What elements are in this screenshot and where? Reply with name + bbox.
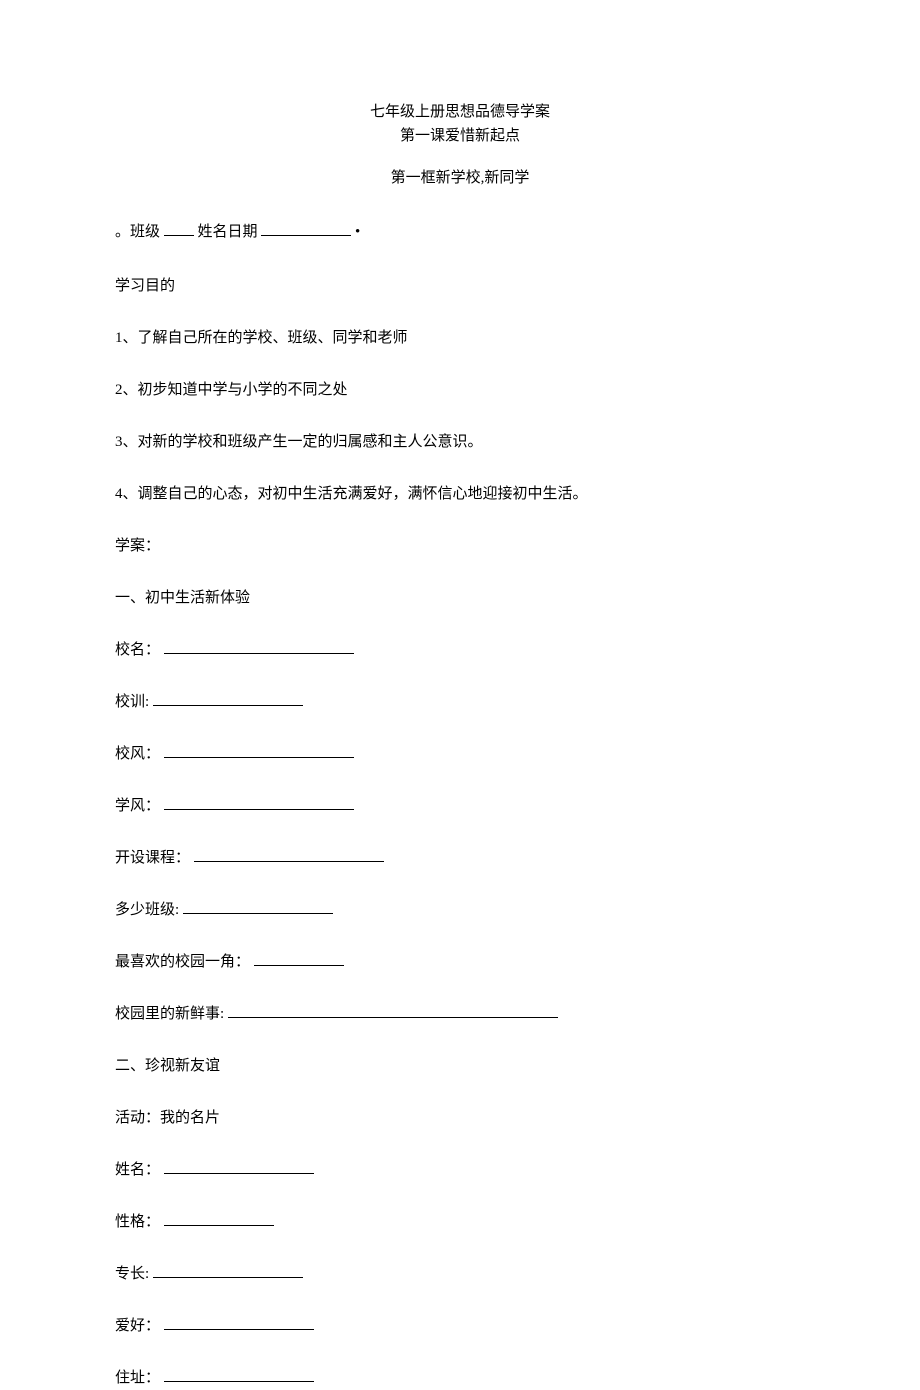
class-prefix: 。班级 bbox=[115, 224, 160, 240]
field-school-style: 校风： bbox=[115, 742, 805, 766]
study-plan-heading: 学案： bbox=[115, 534, 805, 558]
field-class-count: 多少班级: bbox=[115, 898, 805, 922]
objective-item-4: 4、调整自己的心态，对初中生活充满爱好，满怀信心地迎接初中生活。 bbox=[115, 482, 805, 506]
school-style-blank[interactable] bbox=[164, 743, 354, 758]
title-line-1: 七年级上册思想品德导学案 bbox=[115, 100, 805, 124]
activity-label: 活动：我的名片 bbox=[115, 1106, 805, 1130]
document-subtitle: 第一框新学校,新同学 bbox=[115, 166, 805, 190]
class-info-line: 。班级 姓名日期 • bbox=[115, 220, 805, 244]
hobby-blank[interactable] bbox=[164, 1315, 314, 1330]
courses-label: 开设课程： bbox=[115, 850, 190, 866]
class-count-label: 多少班级: bbox=[115, 902, 179, 918]
field-motto: 校训: bbox=[115, 690, 805, 714]
specialty-label: 专长: bbox=[115, 1266, 149, 1282]
class-suffix: • bbox=[355, 224, 360, 240]
school-name-label: 校名： bbox=[115, 642, 160, 658]
hobby-label: 爱好： bbox=[115, 1318, 160, 1334]
field-school-name: 校名： bbox=[115, 638, 805, 662]
school-name-blank[interactable] bbox=[164, 639, 354, 654]
subtitle-text: 第一框新学校,新同学 bbox=[391, 170, 530, 186]
address-blank[interactable] bbox=[164, 1367, 314, 1382]
motto-blank[interactable] bbox=[153, 691, 303, 706]
address-label: 住址： bbox=[115, 1370, 160, 1386]
field-specialty: 专长: bbox=[115, 1262, 805, 1286]
favorite-corner-label: 最喜欢的校园一角： bbox=[115, 954, 250, 970]
objective-item-1: 1、了解自己所在的学校、班级、同学和老师 bbox=[115, 326, 805, 350]
field-courses: 开设课程： bbox=[115, 846, 805, 870]
school-style-label: 校风： bbox=[115, 746, 160, 762]
study-style-label: 学风： bbox=[115, 798, 160, 814]
favorite-corner-blank[interactable] bbox=[254, 951, 344, 966]
field-name: 姓名： bbox=[115, 1158, 805, 1182]
personality-blank[interactable] bbox=[164, 1211, 274, 1226]
specialty-blank[interactable] bbox=[153, 1263, 303, 1278]
objectives-heading: 学习目的 bbox=[115, 274, 805, 298]
field-study-style: 学风： bbox=[115, 794, 805, 818]
personality-label: 性格： bbox=[115, 1214, 160, 1230]
section2-title: 二、珍视新友谊 bbox=[115, 1054, 805, 1078]
fresh-things-blank[interactable] bbox=[228, 1003, 558, 1018]
field-personality: 性格： bbox=[115, 1210, 805, 1234]
section1-title: 一、初中生活新体验 bbox=[115, 586, 805, 610]
title-line-2: 第一课爱惜新起点 bbox=[115, 124, 805, 148]
courses-blank[interactable] bbox=[194, 847, 384, 862]
field-favorite-corner: 最喜欢的校园一角： bbox=[115, 950, 805, 974]
name-label: 姓名： bbox=[115, 1162, 160, 1178]
date-blank[interactable] bbox=[261, 221, 351, 236]
study-style-blank[interactable] bbox=[164, 795, 354, 810]
name-date-label: 姓名日期 bbox=[198, 224, 258, 240]
motto-label: 校训: bbox=[115, 694, 149, 710]
field-address: 住址： bbox=[115, 1366, 805, 1390]
fresh-things-label: 校园里的新鲜事: bbox=[115, 1006, 224, 1022]
field-fresh-things: 校园里的新鲜事: bbox=[115, 1002, 805, 1026]
class-blank[interactable] bbox=[164, 221, 194, 236]
document-title: 七年级上册思想品德导学案 第一课爱惜新起点 bbox=[115, 100, 805, 148]
class-count-blank[interactable] bbox=[183, 899, 333, 914]
field-hobby: 爱好： bbox=[115, 1314, 805, 1338]
name-blank[interactable] bbox=[164, 1159, 314, 1174]
objective-item-3: 3、对新的学校和班级产生一定的归属感和主人公意识。 bbox=[115, 430, 805, 454]
objective-item-2: 2、初步知道中学与小学的不同之处 bbox=[115, 378, 805, 402]
